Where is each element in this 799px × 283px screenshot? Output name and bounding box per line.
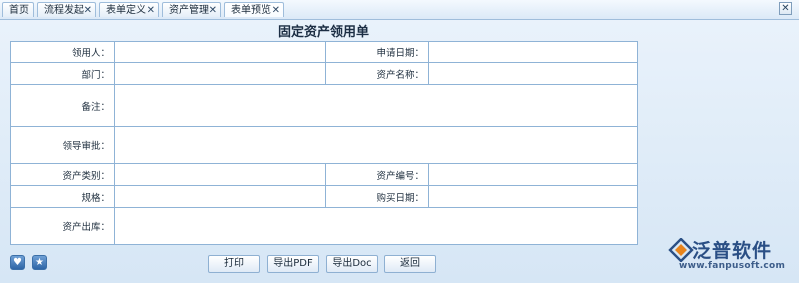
purchase-date-label: 购买日期：	[325, 185, 429, 208]
asset-number-label: 资产编号：	[325, 163, 429, 186]
logo-mark-icon	[668, 238, 694, 262]
star-icon[interactable]: ★	[32, 255, 47, 270]
table-row: 备注：	[10, 84, 638, 127]
spec-label: 规格：	[10, 185, 115, 208]
tab-bar: 首页 流程发起 ✕ 表单定义 ✕ 资产管理 ✕ 表单预览 ✕ ✕	[0, 0, 799, 20]
close-icon[interactable]: ✕	[84, 3, 92, 18]
tab-form-definition[interactable]: 表单定义 ✕	[99, 2, 159, 17]
tab-form-preview[interactable]: 表单预览 ✕	[224, 2, 284, 17]
window-close-button[interactable]: ✕	[779, 2, 792, 15]
table-row: 领导审批：	[10, 126, 638, 164]
table-row: 规格： 购买日期：	[10, 185, 638, 208]
export-doc-button[interactable]: 导出Doc	[326, 255, 378, 273]
tab-label: 首页	[9, 5, 29, 16]
form-table: 领用人： 申请日期： 部门： 资产名称： 备注： 领导审批： 资产类别： 资产编…	[10, 41, 638, 245]
close-icon[interactable]: ✕	[209, 3, 217, 18]
department-field[interactable]	[114, 62, 326, 85]
table-row: 资产类别： 资产编号：	[10, 163, 638, 186]
heart-icon[interactable]: ♥	[10, 255, 25, 270]
apply-date-label: 申请日期：	[325, 41, 429, 63]
applicant-field[interactable]	[114, 41, 326, 63]
tab-label: 流程发起	[44, 5, 84, 16]
purchase-date-field[interactable]	[428, 185, 638, 208]
tab-process-start[interactable]: 流程发起 ✕	[37, 2, 96, 17]
brand-url: www.fanpusoft.com	[679, 261, 786, 271]
table-row: 部门： 资产名称：	[10, 62, 638, 85]
form-title: 固定资产领用单	[277, 25, 369, 40]
brand-logo: 泛普软件 www.fanpusoft.com	[668, 234, 798, 278]
brand-name: 泛普软件	[692, 240, 773, 262]
close-icon[interactable]: ✕	[147, 3, 155, 18]
tab-label: 资产管理	[169, 5, 209, 16]
asset-outbound-label: 资产出库：	[10, 207, 115, 245]
export-pdf-button[interactable]: 导出PDF	[267, 255, 319, 273]
asset-category-field[interactable]	[114, 163, 326, 186]
tab-asset-management[interactable]: 资产管理 ✕	[162, 2, 221, 17]
remark-field[interactable]	[114, 84, 638, 127]
print-button[interactable]: 打印	[208, 255, 260, 273]
table-row: 领用人： 申请日期：	[10, 41, 638, 63]
tab-home[interactable]: 首页	[2, 2, 34, 17]
tab-label: 表单预览	[231, 5, 271, 16]
spec-field[interactable]	[114, 185, 326, 208]
close-icon[interactable]: ✕	[272, 3, 280, 18]
back-button[interactable]: 返回	[384, 255, 436, 273]
asset-category-label: 资产类别：	[10, 163, 115, 186]
apply-date-field[interactable]	[428, 41, 638, 63]
asset-number-field[interactable]	[428, 163, 638, 186]
asset-name-field[interactable]	[428, 62, 638, 85]
remark-label: 备注：	[10, 84, 115, 127]
asset-outbound-field[interactable]	[114, 207, 638, 245]
leader-approval-field[interactable]	[114, 126, 638, 164]
tab-label: 表单定义	[106, 5, 146, 16]
department-label: 部门：	[10, 62, 115, 85]
table-row: 资产出库：	[10, 207, 638, 245]
asset-name-label: 资产名称：	[325, 62, 429, 85]
leader-approval-label: 领导审批：	[10, 126, 115, 164]
applicant-label: 领用人：	[10, 41, 115, 63]
